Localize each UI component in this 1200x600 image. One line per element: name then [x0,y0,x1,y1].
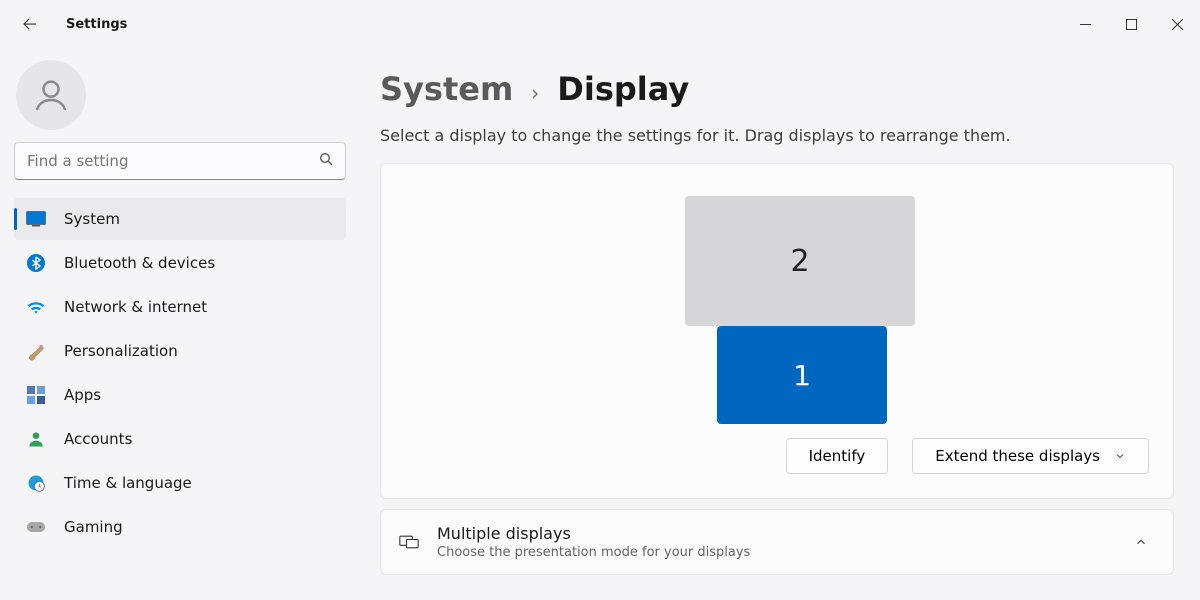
close-icon [1172,19,1183,30]
maximize-icon [1126,19,1137,30]
sidebar-item-network[interactable]: Network & internet [14,286,346,328]
display-arrangement-card: 2 1 Identify Extend these displays [380,163,1174,499]
breadcrumb-current: Display [557,70,689,108]
avatar[interactable] [16,60,86,130]
minimize-icon [1080,19,1091,30]
chevron-up-icon [1127,528,1155,556]
multiple-displays-icon [399,532,419,552]
globe-clock-icon [26,473,46,493]
monitor-tile-1[interactable]: 1 [717,326,887,424]
sidebar-item-label: Gaming [64,518,123,536]
sidebar-nav: System Bluetooth & devices Network & int… [14,198,346,548]
sidebar-item-label: Apps [64,386,101,404]
multiple-displays-expander[interactable]: Multiple displays Choose the presentatio… [380,509,1174,575]
search-input-wrapper [14,142,346,180]
title-bar: Settings [0,0,1200,48]
minimize-button[interactable] [1062,8,1108,40]
extend-label: Extend these displays [935,447,1100,465]
sidebar-item-system[interactable]: System [14,198,346,240]
paintbrush-icon [26,341,46,361]
main-content: System › Display Select a display to cha… [360,48,1200,600]
close-button[interactable] [1154,8,1200,40]
sidebar: System Bluetooth & devices Network & int… [0,48,360,600]
breadcrumb: System › Display [380,70,1174,108]
app-title: Settings [66,17,127,32]
sidebar-item-time-language[interactable]: Time & language [14,462,346,504]
window-controls [1062,8,1200,40]
person-icon [31,75,71,115]
wifi-icon [26,297,46,317]
display-arrangement-canvas[interactable]: 2 1 [405,188,1149,428]
back-button[interactable] [14,8,46,40]
multiple-displays-title: Multiple displays [437,524,1109,543]
monitor-tile-2[interactable]: 2 [685,196,915,326]
page-subtext: Select a display to change the settings … [380,126,1174,145]
sidebar-item-label: Personalization [64,342,178,360]
bluetooth-icon [26,253,46,273]
display-icon [26,209,46,229]
search-icon[interactable] [318,151,334,171]
chevron-down-icon [1114,450,1126,462]
sidebar-item-bluetooth[interactable]: Bluetooth & devices [14,242,346,284]
extend-displays-dropdown[interactable]: Extend these displays [912,438,1149,474]
identify-button[interactable]: Identify [786,438,889,474]
accounts-icon [26,429,46,449]
search-input[interactable] [14,142,346,180]
sidebar-item-accounts[interactable]: Accounts [14,418,346,460]
maximize-button[interactable] [1108,8,1154,40]
chevron-right-icon: › [531,81,539,105]
sidebar-item-label: Bluetooth & devices [64,254,215,272]
sidebar-item-personalization[interactable]: Personalization [14,330,346,372]
apps-icon [26,385,46,405]
sidebar-item-label: System [64,210,120,228]
sidebar-item-label: Network & internet [64,298,207,316]
sidebar-item-label: Time & language [64,474,192,492]
sidebar-item-apps[interactable]: Apps [14,374,346,416]
breadcrumb-parent[interactable]: System [380,70,513,108]
sidebar-item-gaming[interactable]: Gaming [14,506,346,548]
multiple-displays-subtitle: Choose the presentation mode for your di… [437,545,1109,560]
identify-label: Identify [809,447,866,465]
arrow-left-icon [21,15,39,33]
gamepad-icon [26,517,46,537]
sidebar-item-label: Accounts [64,430,132,448]
